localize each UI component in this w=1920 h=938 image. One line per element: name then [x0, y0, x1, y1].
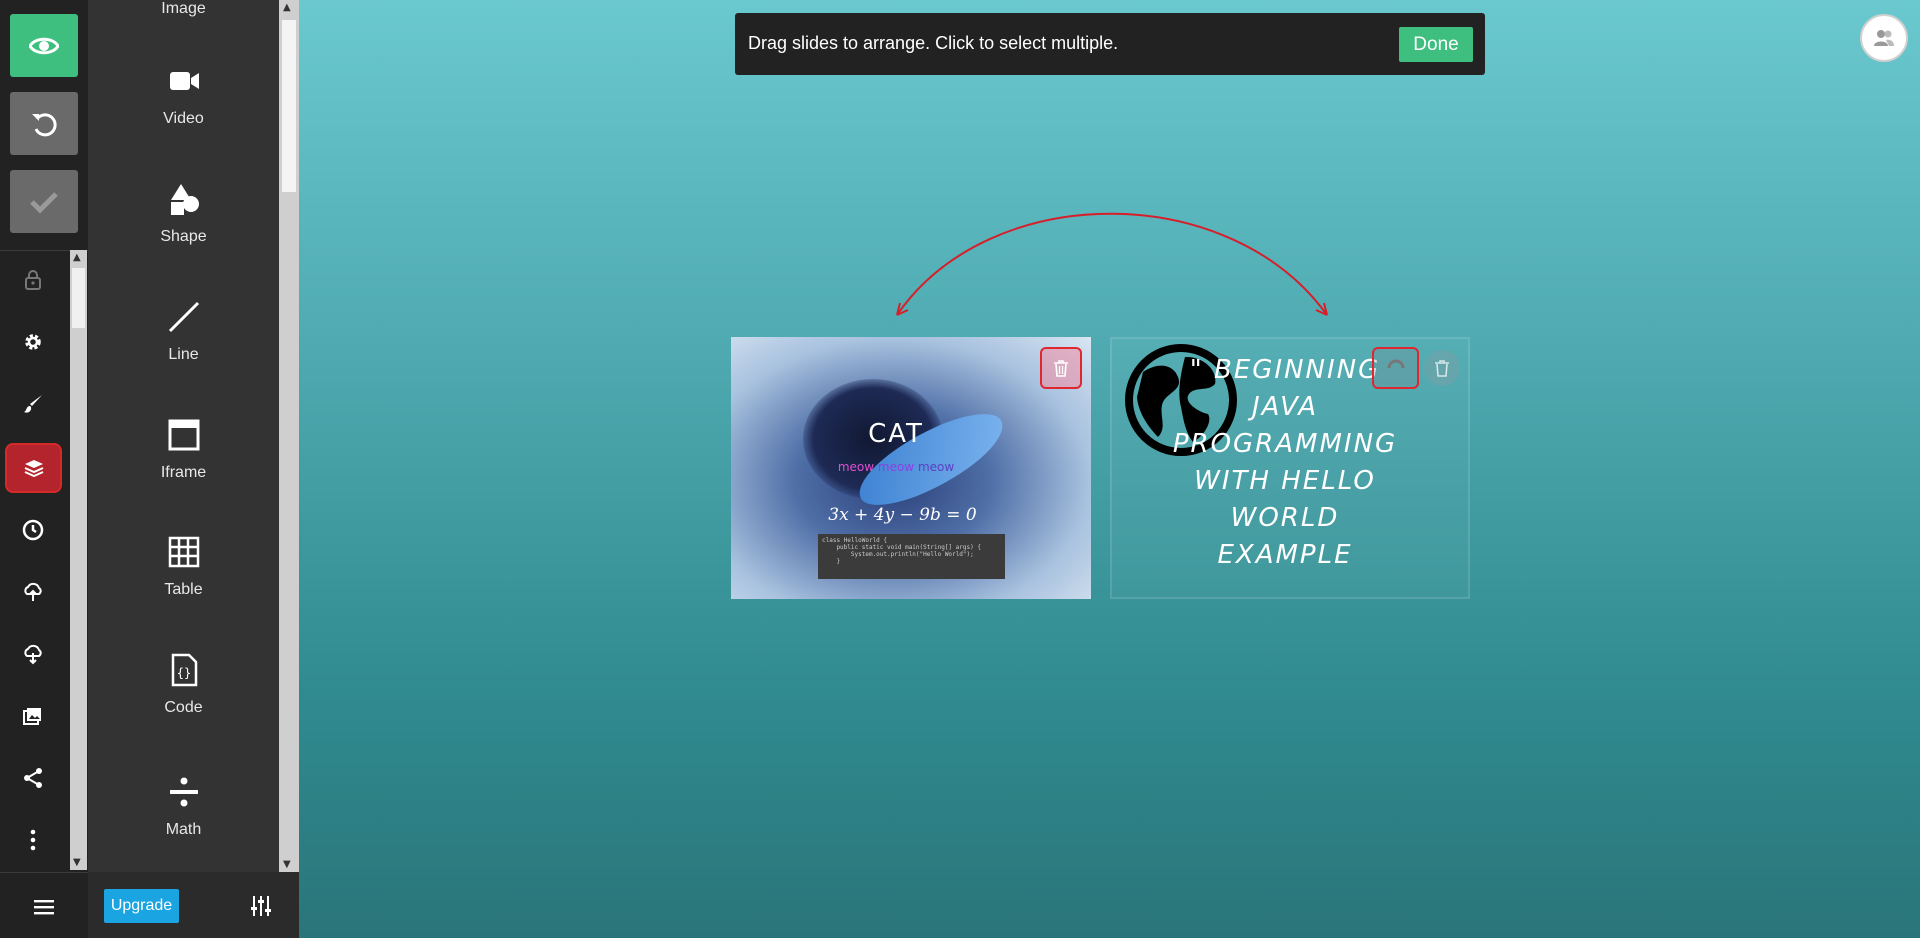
scrollbar-thumb[interactable] — [72, 268, 85, 328]
duplicate-slide-button[interactable] — [1372, 347, 1419, 389]
insert-math[interactable]: Math — [88, 775, 279, 839]
insert-label: Code — [164, 699, 203, 716]
swap-arrow-indicator — [896, 212, 1328, 316]
subtitle-word: meow — [877, 460, 915, 474]
delete-slide-button[interactable] — [1424, 350, 1460, 386]
cloud-upload-icon — [24, 582, 42, 601]
code-line: public static void main(String[] args) { — [822, 544, 981, 551]
brush-icon — [24, 395, 42, 413]
insert-line[interactable]: Line — [88, 300, 279, 364]
title-line: PROGRAMMING — [1172, 429, 1398, 459]
loading-icon — [1387, 359, 1404, 369]
code-line: System.out.println("Hello World"); — [822, 551, 974, 558]
more-vertical-icon — [30, 829, 36, 851]
code-line: class HelloWorld { — [822, 537, 888, 544]
toolbar-footer-divider — [0, 872, 88, 873]
toolbar-item-settings[interactable] — [0, 316, 66, 368]
slide-thumbnail[interactable]: CAT meow meow meow 3x + 4y − 9b = 0 clas… — [731, 337, 1091, 599]
svg-text:{}: {} — [176, 666, 190, 680]
video-icon — [169, 72, 199, 90]
toolbar-item-more[interactable] — [0, 814, 66, 866]
title-line: JAVA — [1252, 392, 1318, 422]
insert-label: Table — [164, 581, 203, 598]
title-line: EXAMPLE — [1217, 540, 1353, 570]
collaborate-button[interactable] — [1860, 14, 1908, 62]
delete-slide-button[interactable] — [1040, 347, 1082, 389]
hamburger-icon — [34, 900, 54, 915]
scroll-down-icon[interactable]: ▼ — [283, 859, 291, 870]
image-icon — [23, 708, 41, 725]
code-icon: {} — [171, 653, 197, 687]
insert-video[interactable]: Video — [88, 64, 279, 128]
shape-icon — [170, 184, 199, 215]
toolbar-item-share[interactable] — [0, 752, 66, 804]
toolbar-scrollbar[interactable]: ▲ ▼ — [70, 250, 87, 870]
insert-label: Iframe — [160, 464, 207, 481]
layers-icon — [24, 460, 43, 478]
slide-subtitle: meow meow meow — [731, 460, 1061, 474]
share-icon — [24, 768, 42, 788]
subtitle-word: meow — [917, 460, 955, 474]
subtitle-word: meow — [837, 460, 875, 474]
done-button[interactable]: Done — [1399, 27, 1473, 62]
left-toolbar: ▲ ▼ — [0, 0, 88, 938]
code-line: } — [822, 558, 841, 565]
insert-label: Shape — [160, 228, 207, 245]
slide-title: CAT — [868, 419, 924, 449]
menu-button[interactable] — [0, 876, 88, 938]
check-icon — [30, 191, 58, 214]
undo-button[interactable] — [10, 92, 78, 155]
preview-button[interactable] — [10, 14, 78, 77]
toolbar-item-history[interactable] — [0, 504, 66, 556]
eye-icon — [29, 37, 59, 54]
insert-iframe[interactable]: Iframe — [88, 418, 279, 482]
lock-icon — [25, 270, 41, 290]
line-icon — [168, 301, 199, 333]
toolbar-item-lock[interactable] — [0, 254, 66, 306]
slide-math: 3x + 4y − 9b = 0 — [828, 505, 977, 525]
scroll-up-icon[interactable]: ▲ — [73, 252, 81, 263]
table-icon — [168, 536, 199, 568]
iframe-icon — [168, 419, 199, 451]
clock-icon — [22, 519, 44, 541]
sliders-icon — [251, 896, 271, 916]
scroll-up-icon[interactable]: ▲ — [283, 2, 291, 13]
math-icon — [169, 777, 198, 807]
insert-label: Line — [168, 346, 199, 363]
gear-icon — [25, 334, 41, 350]
toolbar-item-arrange[interactable] — [5, 443, 62, 493]
title-line: WITH HELLO — [1194, 466, 1376, 496]
insert-label: Video — [163, 110, 204, 127]
slide-code-block: class HelloWorld { public static void ma… — [818, 534, 1005, 579]
arrange-notice: Drag slides to arrange. Click to select … — [735, 13, 1485, 75]
insert-table[interactable]: Table — [88, 535, 279, 599]
insert-label: Image — [161, 0, 206, 17]
title-line: WORLD — [1230, 503, 1340, 533]
cloud-download-icon — [24, 644, 42, 665]
undo-icon — [32, 112, 57, 136]
insert-shape[interactable]: Shape — [88, 182, 279, 246]
scrollbar-thumb[interactable] — [282, 20, 296, 192]
save-button[interactable] — [10, 170, 78, 233]
panel-settings-button[interactable] — [250, 895, 272, 917]
users-icon — [1874, 30, 1894, 46]
insert-code[interactable]: {} Code — [88, 653, 279, 717]
toolbar-item-media[interactable] — [0, 690, 66, 742]
toolbar-item-export[interactable] — [0, 628, 66, 680]
notice-text: Drag slides to arrange. Click to select … — [748, 33, 1119, 53]
trash-icon — [1054, 360, 1068, 377]
scroll-down-icon[interactable]: ▼ — [73, 857, 81, 868]
insert-label: Math — [165, 821, 202, 838]
upgrade-button[interactable]: Upgrade — [104, 889, 179, 923]
insert-panel-scrollbar[interactable]: ▲ ▼ — [279, 0, 299, 872]
toolbar-item-style[interactable] — [0, 378, 66, 430]
toolbar-item-import[interactable] — [0, 566, 66, 618]
insert-image[interactable]: Image — [88, 0, 279, 18]
trash-icon — [1435, 360, 1449, 377]
